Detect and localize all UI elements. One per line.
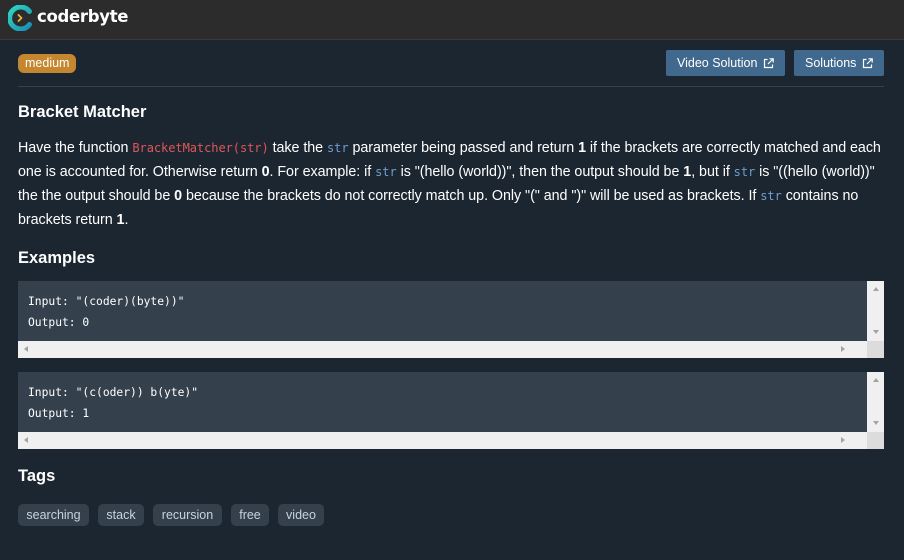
example-box: Input: "(c(oder)) b(yte)" Output: 1 bbox=[18, 372, 884, 449]
tag-searching[interactable]: searching bbox=[18, 504, 89, 526]
example-box: Input: "(coder)(byte))" Output: 0 bbox=[18, 281, 884, 358]
vertical-scrollbar[interactable] bbox=[867, 281, 884, 341]
function-signature: BracketMatcher(str) bbox=[132, 141, 269, 155]
vertical-scrollbar[interactable] bbox=[867, 372, 884, 432]
tag-recursion[interactable]: recursion bbox=[153, 504, 222, 526]
solutions-label: Solutions bbox=[805, 56, 857, 70]
param-str: str bbox=[760, 189, 782, 203]
horizontal-scrollbar[interactable] bbox=[18, 341, 867, 358]
solutions-button[interactable]: Solutions bbox=[794, 50, 884, 76]
brand-name[interactable]: coderbyte bbox=[37, 7, 129, 26]
challenge-title: Bracket Matcher bbox=[18, 103, 147, 121]
tag-video[interactable]: video bbox=[278, 504, 324, 526]
external-link-icon bbox=[862, 58, 873, 69]
example-code: Input: "(c(oder)) b(yte)" Output: 1 bbox=[28, 386, 199, 420]
top-navbar: coderbyte bbox=[0, 0, 904, 40]
coderbyte-logo-icon[interactable] bbox=[8, 5, 34, 31]
examples-heading: Examples bbox=[18, 249, 96, 267]
param-str: str bbox=[375, 165, 397, 179]
scroll-down-icon[interactable] bbox=[873, 421, 879, 425]
scroll-right-icon[interactable] bbox=[841, 437, 845, 443]
scroll-down-icon[interactable] bbox=[873, 330, 879, 334]
scroll-right-icon[interactable] bbox=[841, 346, 845, 352]
param-str: str bbox=[327, 141, 349, 155]
scroll-left-icon[interactable] bbox=[24, 346, 28, 352]
tag-stack[interactable]: stack bbox=[98, 504, 144, 526]
tags-heading: Tags bbox=[18, 467, 56, 485]
challenge-description: Have the function BracketMatcher(str) ta… bbox=[18, 140, 881, 228]
difficulty-badge: medium bbox=[18, 54, 77, 73]
video-solution-label: Video Solution bbox=[677, 56, 758, 70]
tag-free[interactable]: free bbox=[231, 504, 269, 526]
external-link-icon bbox=[763, 58, 774, 69]
divider bbox=[18, 86, 884, 87]
scrollbar-corner bbox=[867, 432, 884, 449]
horizontal-scrollbar[interactable] bbox=[18, 432, 867, 449]
scroll-up-icon[interactable] bbox=[873, 378, 879, 382]
example-code: Input: "(coder)(byte))" Output: 0 bbox=[28, 295, 185, 329]
scroll-left-icon[interactable] bbox=[24, 437, 28, 443]
video-solution-button[interactable]: Video Solution bbox=[666, 50, 785, 76]
scrollbar-corner bbox=[867, 341, 884, 358]
scroll-up-icon[interactable] bbox=[873, 287, 879, 291]
param-str: str bbox=[733, 165, 756, 179]
